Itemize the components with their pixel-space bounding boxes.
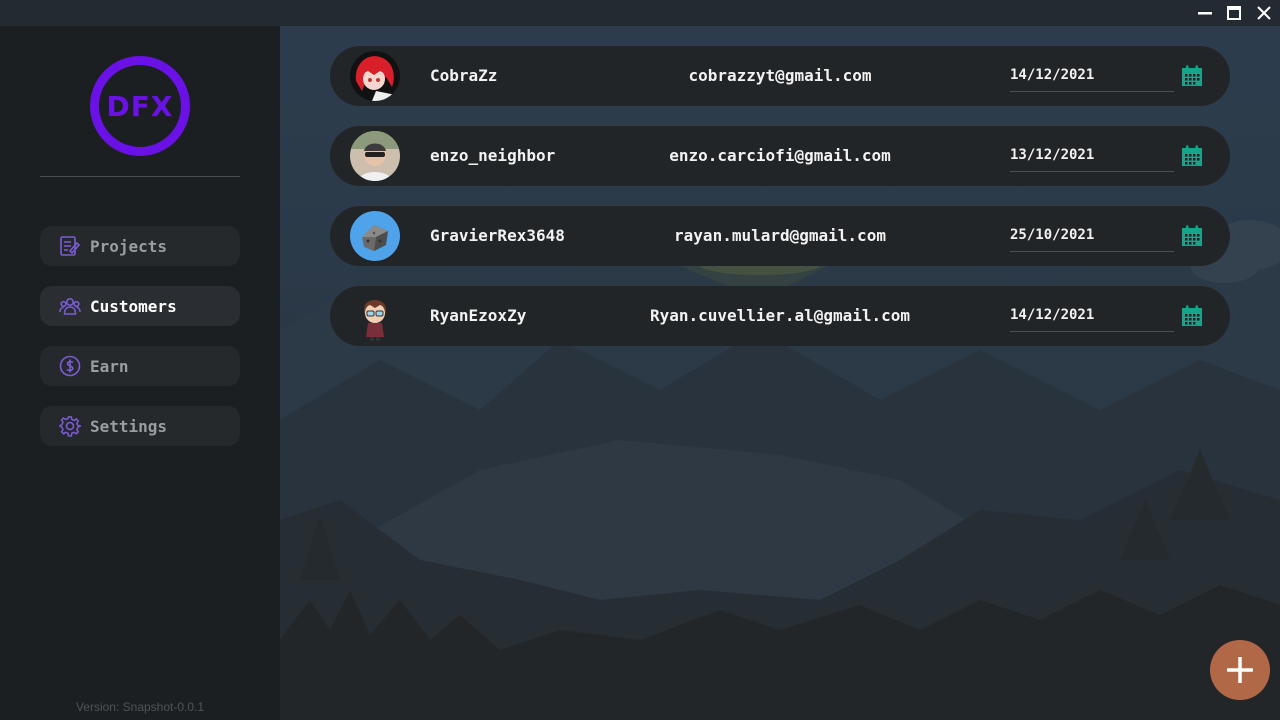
customer-row[interactable]: GravierRex3648 rayan.mulard@gmail.com 25… bbox=[330, 206, 1230, 266]
sidebar-item-label: Settings bbox=[90, 416, 168, 436]
customer-name: GravierRex3648 bbox=[430, 226, 565, 245]
customer-row[interactable]: RyanEzoxZy Ryan.cuvellier.al@gmail.com 1… bbox=[330, 286, 1230, 346]
app-logo: DFX bbox=[90, 56, 190, 156]
version-label: Version: Snapshot-0.0.1 bbox=[75, 700, 205, 714]
customer-avatar bbox=[350, 131, 400, 181]
customer-email: enzo.carciofi@gmail.com bbox=[669, 146, 891, 165]
calendar-button[interactable] bbox=[1181, 305, 1203, 327]
customer-row[interactable]: CobraZz cobrazzyt@gmail.com 14/12/2021 bbox=[330, 46, 1230, 106]
sidebar: DFX Projects Customers Earn Settings Ver… bbox=[0, 26, 280, 720]
date-field[interactable]: 14/12/2021 bbox=[1010, 62, 1174, 92]
sidebar-item-earn[interactable]: Earn bbox=[40, 346, 240, 386]
customer-avatar bbox=[350, 211, 400, 261]
calendar-button[interactable] bbox=[1181, 145, 1203, 167]
calendar-icon bbox=[1182, 225, 1202, 246]
sidebar-item-customers[interactable]: Customers bbox=[40, 286, 240, 326]
customer-name: RyanEzoxZy bbox=[430, 306, 527, 325]
sidebar-item-settings[interactable]: Settings bbox=[40, 406, 240, 446]
close-button[interactable] bbox=[1249, 0, 1279, 26]
customer-name: enzo_neighbor bbox=[430, 146, 556, 165]
minimize-button[interactable] bbox=[1190, 0, 1220, 26]
date-field[interactable]: 14/12/2021 bbox=[1010, 302, 1174, 332]
date-field[interactable]: 25/10/2021 bbox=[1010, 222, 1174, 252]
sidebar-item-label: Customers bbox=[90, 296, 177, 316]
customer-avatar bbox=[350, 291, 400, 341]
sidebar-item-projects[interactable]: Projects bbox=[40, 226, 240, 266]
calendar-icon bbox=[1182, 145, 1202, 166]
plus-icon bbox=[1227, 657, 1253, 683]
customers-icon bbox=[59, 295, 81, 317]
calendar-button[interactable] bbox=[1181, 225, 1203, 247]
customer-email: rayan.mulard@gmail.com bbox=[674, 226, 886, 245]
projects-icon bbox=[59, 235, 81, 257]
customer-row[interactable]: enzo_neighbor enzo.carciofi@gmail.com 13… bbox=[330, 126, 1230, 186]
customer-name: CobraZz bbox=[430, 66, 498, 85]
title-bar bbox=[0, 0, 1280, 26]
close-icon bbox=[1257, 6, 1271, 20]
dollar-icon bbox=[59, 355, 81, 377]
calendar-icon bbox=[1182, 65, 1202, 86]
minimize-icon bbox=[1198, 12, 1212, 15]
gear-icon bbox=[59, 415, 81, 437]
customer-email: cobrazzyt@gmail.com bbox=[688, 66, 872, 85]
maximize-button[interactable] bbox=[1219, 0, 1249, 26]
calendar-icon bbox=[1182, 305, 1202, 326]
logo-text: DFX bbox=[106, 89, 174, 123]
customer-email: Ryan.cuvellier.al@gmail.com bbox=[649, 306, 911, 325]
sidebar-item-label: Projects bbox=[90, 236, 168, 256]
sidebar-item-label: Earn bbox=[90, 356, 129, 376]
maximize-icon bbox=[1227, 6, 1241, 20]
calendar-button[interactable] bbox=[1181, 65, 1203, 87]
sidebar-divider bbox=[40, 176, 240, 177]
customer-avatar bbox=[350, 51, 400, 101]
date-field[interactable]: 13/12/2021 bbox=[1010, 142, 1174, 172]
add-customer-button[interactable] bbox=[1210, 640, 1270, 700]
